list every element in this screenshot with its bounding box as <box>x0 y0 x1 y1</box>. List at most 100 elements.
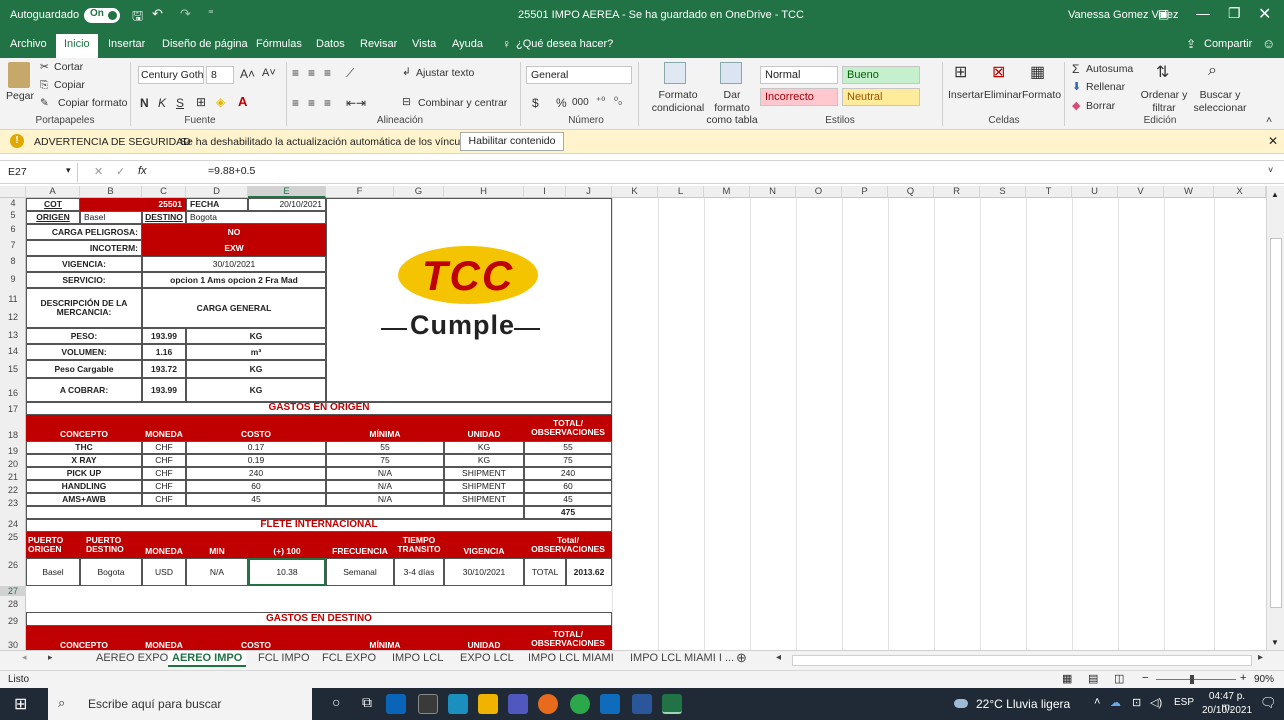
row-header[interactable]: 8 <box>0 256 26 266</box>
destino-label[interactable]: DESTINO <box>142 211 186 224</box>
tab-scroll-right-icon[interactable]: ▸ <box>48 652 53 663</box>
autosave-toggle[interactable]: On <box>84 8 120 23</box>
column-header-k[interactable]: K <box>612 186 658 198</box>
hscroll-left-icon[interactable]: ◂ <box>776 652 781 663</box>
find-select-icon[interactable]: ⌕ <box>1208 62 1217 80</box>
origen-total[interactable]: 45 <box>524 493 612 506</box>
column-header-b[interactable]: B <box>80 186 142 198</box>
delete-cells-button[interactable]: Eliminar <box>984 89 1022 101</box>
merge-icon[interactable]: ⊟ <box>402 96 411 108</box>
formula-input[interactable]: =9.88+0.5 <box>208 165 1208 177</box>
cot-value[interactable]: 25501 <box>80 198 186 211</box>
tab-aereo-impo[interactable]: AEREO IMPO <box>168 651 247 667</box>
flete-header-pd[interactable]: PUERTO DESTINO <box>80 532 142 558</box>
destino-header-unidad[interactable]: UNIDAD <box>444 626 524 650</box>
column-header-o[interactable]: O <box>796 186 842 198</box>
word-icon[interactable] <box>632 694 652 714</box>
align-bottom-icon[interactable]: ≡ <box>324 66 331 80</box>
flete-header-frecuencia[interactable]: FRECUENCIA <box>326 532 394 558</box>
hscroll-right-icon[interactable]: ▸ <box>1258 652 1263 663</box>
menu-diseno[interactable]: Diseño de página <box>162 38 248 50</box>
format-painter-button[interactable]: Copiar formato <box>58 97 127 109</box>
descripcion-label[interactable]: DESCRIPCIÓN DE LA MERCANCIA: <box>26 288 142 328</box>
taskbar-search[interactable]: ⌕ Escribe aquí para buscar <box>48 688 312 720</box>
language-indicator[interactable]: ESP <box>1174 697 1194 708</box>
flete-header-po[interactable]: PUERTO ORIGEN <box>26 532 80 558</box>
peso-label[interactable]: PESO: <box>26 328 142 344</box>
tell-me-search[interactable]: ¿Qué desea hacer? <box>516 38 613 50</box>
destino-header-costo[interactable]: COSTO <box>186 626 326 650</box>
row-header[interactable]: 20 <box>0 459 26 469</box>
a-cobrar-unit[interactable]: KG <box>186 378 326 402</box>
column-header-h[interactable]: H <box>444 186 524 198</box>
origen-label[interactable]: ORIGEN <box>26 211 80 224</box>
volumen-value[interactable]: 1.16 <box>142 344 186 360</box>
origen-unidad[interactable]: SHIPMENT <box>444 493 524 506</box>
collapse-ribbon-icon[interactable]: ˄ <box>1266 114 1272 126</box>
row-header[interactable]: 11 <box>0 294 26 304</box>
task-view-icon[interactable]: ⧉ <box>362 694 372 711</box>
column-header-e[interactable]: E <box>248 186 326 198</box>
menu-formulas[interactable]: Fórmulas <box>256 38 302 50</box>
paste-button[interactable]: Pegar <box>6 90 34 102</box>
align-left-icon[interactable]: ≡ <box>292 96 299 110</box>
format-cells-button[interactable]: Formato <box>1022 89 1061 101</box>
a-cobrar-value[interactable]: 193.99 <box>142 378 186 402</box>
header-costo[interactable]: COSTO <box>186 415 326 441</box>
carga-value[interactable]: NO <box>142 224 326 240</box>
file-explorer-icon[interactable] <box>478 694 498 714</box>
firefox-icon[interactable] <box>538 694 558 714</box>
font-name-select[interactable]: Century Gothic <box>138 66 204 84</box>
format-cells-icon[interactable]: ▦ <box>1030 62 1045 82</box>
menu-ayuda[interactable]: Ayuda <box>452 38 483 50</box>
row-header[interactable]: 13 <box>0 330 26 340</box>
conditional-format-icon[interactable] <box>664 62 686 84</box>
format-table-icon[interactable] <box>720 62 742 84</box>
align-middle-icon[interactable]: ≡ <box>308 66 315 80</box>
origen-minima[interactable]: N/A <box>326 493 444 506</box>
origen-concepto[interactable]: AMS+AWB <box>26 493 142 506</box>
menu-inicio[interactable]: Inicio <box>56 34 98 58</box>
flete-po[interactable]: Basel <box>26 558 80 586</box>
destino-value[interactable]: Bogota <box>186 211 326 224</box>
row-header[interactable]: 5 <box>0 210 26 220</box>
origen-minima[interactable]: 55 <box>326 441 444 454</box>
select-all-corner[interactable] <box>0 186 26 198</box>
scroll-up-icon[interactable]: ▲ <box>1271 190 1279 199</box>
row-header[interactable]: 18 <box>0 430 26 440</box>
wrap-text-icon[interactable]: ↲ <box>402 66 411 78</box>
onedrive-tray-icon[interactable]: ☁ <box>1110 696 1121 709</box>
save-icon[interactable]: 🖫 <box>132 7 143 29</box>
insert-cells-button[interactable]: Insertar <box>948 89 984 101</box>
sort-filter-icon[interactable]: ⇅ <box>1156 62 1169 82</box>
column-header-x[interactable]: X <box>1214 186 1266 198</box>
peso-value[interactable]: 193.99 <box>142 328 186 344</box>
origen-total[interactable]: 55 <box>524 441 612 454</box>
origen-minima[interactable]: 75 <box>326 454 444 467</box>
incoterm-label[interactable]: INCOTERM: <box>26 240 142 256</box>
origen-unidad[interactable]: SHIPMENT <box>444 480 524 493</box>
fecha-value[interactable]: 20/10/2021 <box>248 198 326 211</box>
row-header[interactable]: 6 <box>0 224 26 234</box>
underline-button[interactable]: S <box>176 96 184 110</box>
row-header[interactable]: 22 <box>0 485 26 495</box>
header-total[interactable]: TOTAL/ OBSERVACIONES <box>524 415 612 441</box>
outlook-icon[interactable] <box>386 694 406 714</box>
column-header-r[interactable]: R <box>934 186 980 198</box>
horizontal-scrollbar[interactable] <box>792 655 1252 666</box>
flete-moneda[interactable]: USD <box>142 558 186 586</box>
tab-impo-lcl-miami-2[interactable]: IMPO LCL MIAMI I ... <box>630 652 734 664</box>
zoom-in-icon[interactable]: + <box>1240 672 1246 684</box>
column-header-c[interactable]: C <box>142 186 186 198</box>
header-moneda[interactable]: MONEDA <box>142 415 186 441</box>
tab-expo-lcl[interactable]: EXPO LCL <box>460 652 514 664</box>
wrap-text-button[interactable]: Ajustar texto <box>416 67 474 79</box>
vigencia-value[interactable]: 30/10/2021 <box>142 256 326 272</box>
copy-button[interactable]: Copiar <box>54 79 85 91</box>
flete-tiempo[interactable]: 3-4 días <box>394 558 444 586</box>
flete-pd[interactable]: Bogota <box>80 558 142 586</box>
origen-moneda[interactable]: CHF <box>142 454 186 467</box>
normal-view-icon[interactable]: ▦ <box>1062 672 1072 685</box>
add-sheet-icon[interactable]: ⊕ <box>736 650 747 666</box>
format-painter-icon[interactable]: ✎ <box>40 97 49 109</box>
